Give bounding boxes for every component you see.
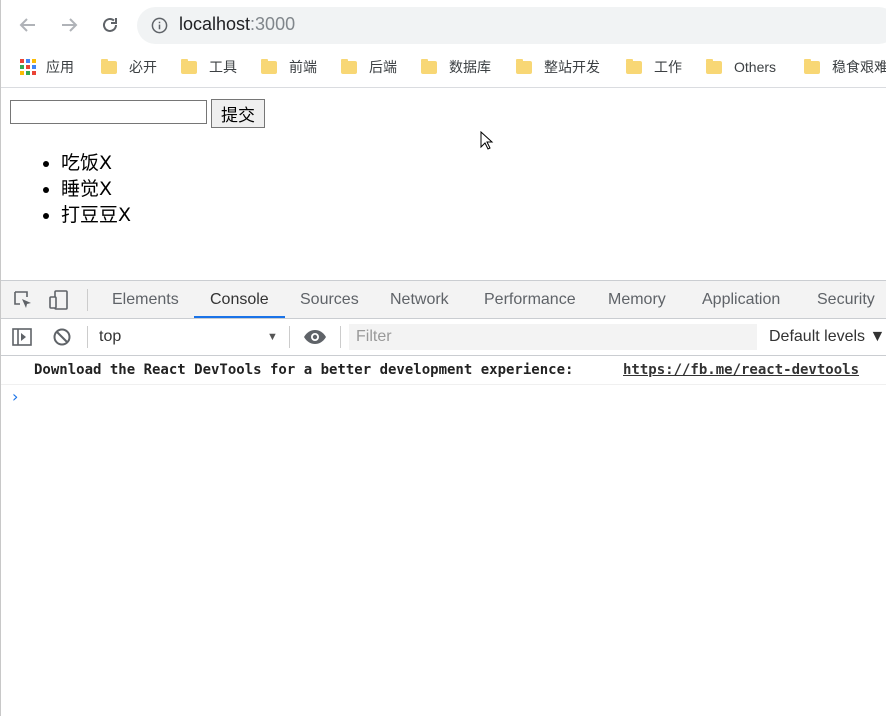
todo-item[interactable]: 吃饭X bbox=[61, 150, 131, 176]
inspect-element-icon[interactable] bbox=[13, 290, 33, 310]
folder-icon bbox=[516, 58, 532, 74]
folder-icon bbox=[421, 58, 437, 74]
folder-icon bbox=[101, 58, 117, 74]
info-icon[interactable] bbox=[151, 17, 168, 34]
folder-icon bbox=[261, 58, 277, 74]
arrow-right-icon bbox=[62, 18, 78, 32]
bookmark-folder[interactable]: 整站开发 bbox=[516, 50, 600, 84]
divider bbox=[87, 289, 88, 311]
bookmark-label: 数据库 bbox=[449, 59, 491, 75]
log-levels-dropdown[interactable]: Default levels ▼ bbox=[769, 325, 885, 349]
bookmark-folder[interactable]: 工作 bbox=[626, 50, 682, 84]
folder-icon bbox=[181, 58, 197, 74]
divider bbox=[87, 326, 88, 348]
console-message-link[interactable]: https://fb.me/react-devtools bbox=[623, 356, 859, 384]
browser-toolbar: localhost:3000 bbox=[1, 0, 886, 50]
submit-button[interactable]: 提交 bbox=[211, 99, 265, 128]
bookmark-label: 后端 bbox=[369, 59, 397, 75]
context-selector[interactable]: top ▼ bbox=[99, 325, 279, 349]
tab-network[interactable]: Network bbox=[390, 281, 449, 318]
folder-icon bbox=[341, 58, 357, 74]
url-host: localhost bbox=[179, 14, 251, 34]
address-bar[interactable]: localhost:3000 bbox=[137, 7, 886, 44]
devtools-panel: Elements Console Sources Network Perform… bbox=[1, 280, 886, 717]
tab-memory[interactable]: Memory bbox=[608, 281, 666, 318]
tab-sources[interactable]: Sources bbox=[300, 281, 359, 318]
sidebar-toggle-icon[interactable] bbox=[12, 327, 32, 347]
divider bbox=[289, 326, 290, 348]
folder-icon bbox=[626, 58, 642, 74]
mouse-cursor-icon bbox=[480, 131, 494, 150]
dropdown-arrow-icon: ▼ bbox=[267, 331, 278, 343]
bookmark-label: 工作 bbox=[654, 59, 682, 75]
todo-item[interactable]: 打豆豆X bbox=[61, 202, 131, 228]
todo-list: 吃饭X 睡觉X 打豆豆X bbox=[1, 150, 131, 228]
bookmark-folder[interactable]: 数据库 bbox=[421, 50, 491, 84]
bookmark-folder[interactable]: 后端 bbox=[341, 50, 397, 84]
bookmark-label: 前端 bbox=[289, 59, 317, 75]
console-message-text: Download the React DevTools for a better… bbox=[34, 362, 574, 378]
bookmark-folder[interactable]: 必开 bbox=[101, 50, 157, 84]
tab-console[interactable]: Console bbox=[194, 281, 285, 318]
filter-input[interactable]: Filter bbox=[349, 324, 757, 350]
todo-input[interactable] bbox=[10, 100, 207, 124]
bookmark-folder[interactable]: 工具 bbox=[181, 50, 237, 84]
folder-icon bbox=[804, 58, 820, 74]
bookmark-folder[interactable]: Others bbox=[706, 50, 776, 84]
eye-icon[interactable] bbox=[303, 327, 327, 347]
context-value: top bbox=[99, 328, 122, 345]
arrow-left-icon bbox=[19, 18, 35, 32]
url-port: :3000 bbox=[250, 14, 296, 34]
tab-performance[interactable]: Performance bbox=[484, 281, 576, 318]
device-toolbar-icon[interactable] bbox=[49, 290, 69, 310]
console-prompt[interactable]: › bbox=[12, 387, 18, 406]
tab-application[interactable]: Application bbox=[702, 281, 780, 318]
bookmarks-bar: 应用 必开 工具 前端 后端 数据库 整站开发 工作 Others 稳食艰难 bbox=[1, 50, 886, 88]
bookmark-label: Others bbox=[734, 59, 777, 75]
bookmark-folder[interactable]: 前端 bbox=[261, 50, 317, 84]
divider bbox=[340, 326, 341, 348]
bookmark-folder[interactable]: 稳食艰难 bbox=[804, 50, 886, 84]
apps-grid-icon bbox=[20, 59, 36, 75]
tab-security[interactable]: Security bbox=[817, 281, 875, 318]
console-toolbar: top ▼ Filter Default levels ▼ bbox=[1, 319, 886, 356]
bookmark-apps[interactable]: 应用 bbox=[20, 50, 74, 84]
devtools-tab-bar: Elements Console Sources Network Perform… bbox=[1, 281, 886, 319]
bookmark-label: 工具 bbox=[209, 59, 237, 75]
clear-console-icon[interactable] bbox=[52, 327, 72, 347]
forward-button[interactable] bbox=[56, 12, 82, 38]
folder-icon bbox=[706, 58, 722, 74]
console-message: Download the React DevTools for a better… bbox=[1, 356, 886, 385]
bookmark-label: 应用 bbox=[46, 59, 74, 75]
back-button[interactable] bbox=[15, 12, 41, 38]
bookmark-label: 必开 bbox=[129, 59, 157, 75]
page-content: 提交 吃饭X 睡觉X 打豆豆X bbox=[1, 88, 886, 280]
reload-icon bbox=[103, 17, 117, 32]
reload-button[interactable] bbox=[97, 12, 123, 38]
url-text: localhost:3000 bbox=[179, 14, 295, 35]
bookmark-label: 稳食艰难 bbox=[832, 59, 886, 75]
todo-item[interactable]: 睡觉X bbox=[61, 176, 131, 202]
tab-elements[interactable]: Elements bbox=[112, 281, 179, 318]
bookmark-label: 整站开发 bbox=[544, 59, 600, 75]
